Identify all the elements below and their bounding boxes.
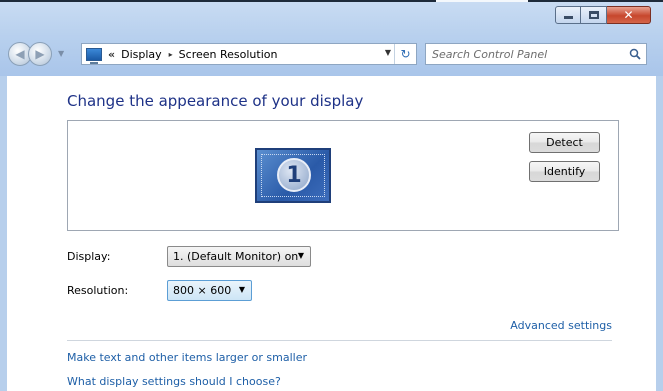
maximize-icon bbox=[588, 11, 599, 19]
monitor-number: 1 bbox=[277, 158, 311, 192]
breadcrumb-screen-resolution[interactable]: Screen Resolution bbox=[179, 48, 278, 61]
display-control-panel-icon bbox=[86, 47, 102, 64]
forward-button[interactable]: ▶ bbox=[28, 42, 52, 66]
identify-button[interactable]: Identify bbox=[529, 161, 600, 182]
window-border-right bbox=[656, 76, 663, 391]
address-dropdown-icon[interactable]: ▼ bbox=[385, 48, 391, 57]
caption-buttons: ✕ bbox=[555, 6, 651, 24]
monitor-1[interactable]: 1 bbox=[255, 148, 331, 203]
minimize-button[interactable] bbox=[555, 6, 581, 24]
text-size-link[interactable]: Make text and other items larger or smal… bbox=[67, 351, 307, 364]
divider bbox=[67, 340, 612, 341]
detect-button[interactable]: Detect bbox=[529, 132, 600, 153]
search-icon[interactable] bbox=[629, 48, 641, 60]
taskbar-edge-gap bbox=[436, 0, 528, 2]
resolution-select[interactable]: 800 × 600 ▼ bbox=[167, 280, 252, 301]
back-arrow-icon: ◀ bbox=[15, 47, 25, 61]
display-help-link[interactable]: What display settings should I choose? bbox=[67, 375, 281, 388]
search-box[interactable]: Search Control Panel bbox=[425, 43, 647, 65]
resolution-label: Resolution: bbox=[67, 284, 129, 297]
resolution-select-value: 800 × 600 bbox=[173, 284, 232, 297]
page-title: Change the appearance of your display bbox=[67, 92, 364, 110]
display-select-value: 1. (Default Monitor) on bbox=[173, 250, 299, 263]
advanced-settings-link[interactable]: Advanced settings bbox=[510, 319, 612, 332]
search-input[interactable]: Search Control Panel bbox=[432, 48, 547, 61]
display-select[interactable]: 1. (Default Monitor) on ▼ bbox=[167, 246, 311, 267]
breadcrumb-overflow[interactable]: « bbox=[108, 48, 115, 61]
address-bar[interactable]: « Display ▸ Screen Resolution ▼ ↻ bbox=[81, 43, 417, 65]
refresh-icon: ↻ bbox=[400, 47, 411, 61]
window-border-left bbox=[0, 76, 7, 391]
content-pane: Change the appearance of your display 1 … bbox=[7, 76, 656, 391]
chevron-down-icon: ▼ bbox=[238, 285, 245, 294]
display-label: Display: bbox=[67, 250, 111, 263]
forward-arrow-icon: ▶ bbox=[35, 47, 45, 61]
chevron-down-icon: ▼ bbox=[297, 251, 304, 260]
breadcrumb-separator-icon[interactable]: ▸ bbox=[169, 50, 173, 59]
taskbar-edge bbox=[0, 0, 663, 2]
refresh-button[interactable]: ↻ bbox=[394, 44, 416, 64]
recent-pages-dropdown[interactable]: ▼ bbox=[58, 49, 64, 58]
breadcrumb-display[interactable]: Display bbox=[121, 48, 162, 61]
maximize-button[interactable] bbox=[581, 6, 607, 24]
close-button[interactable]: ✕ bbox=[607, 6, 651, 24]
monitor-arrangement-area[interactable]: 1 Detect Identify bbox=[67, 120, 619, 231]
minimize-icon bbox=[563, 16, 573, 19]
close-icon: ✕ bbox=[623, 8, 634, 22]
